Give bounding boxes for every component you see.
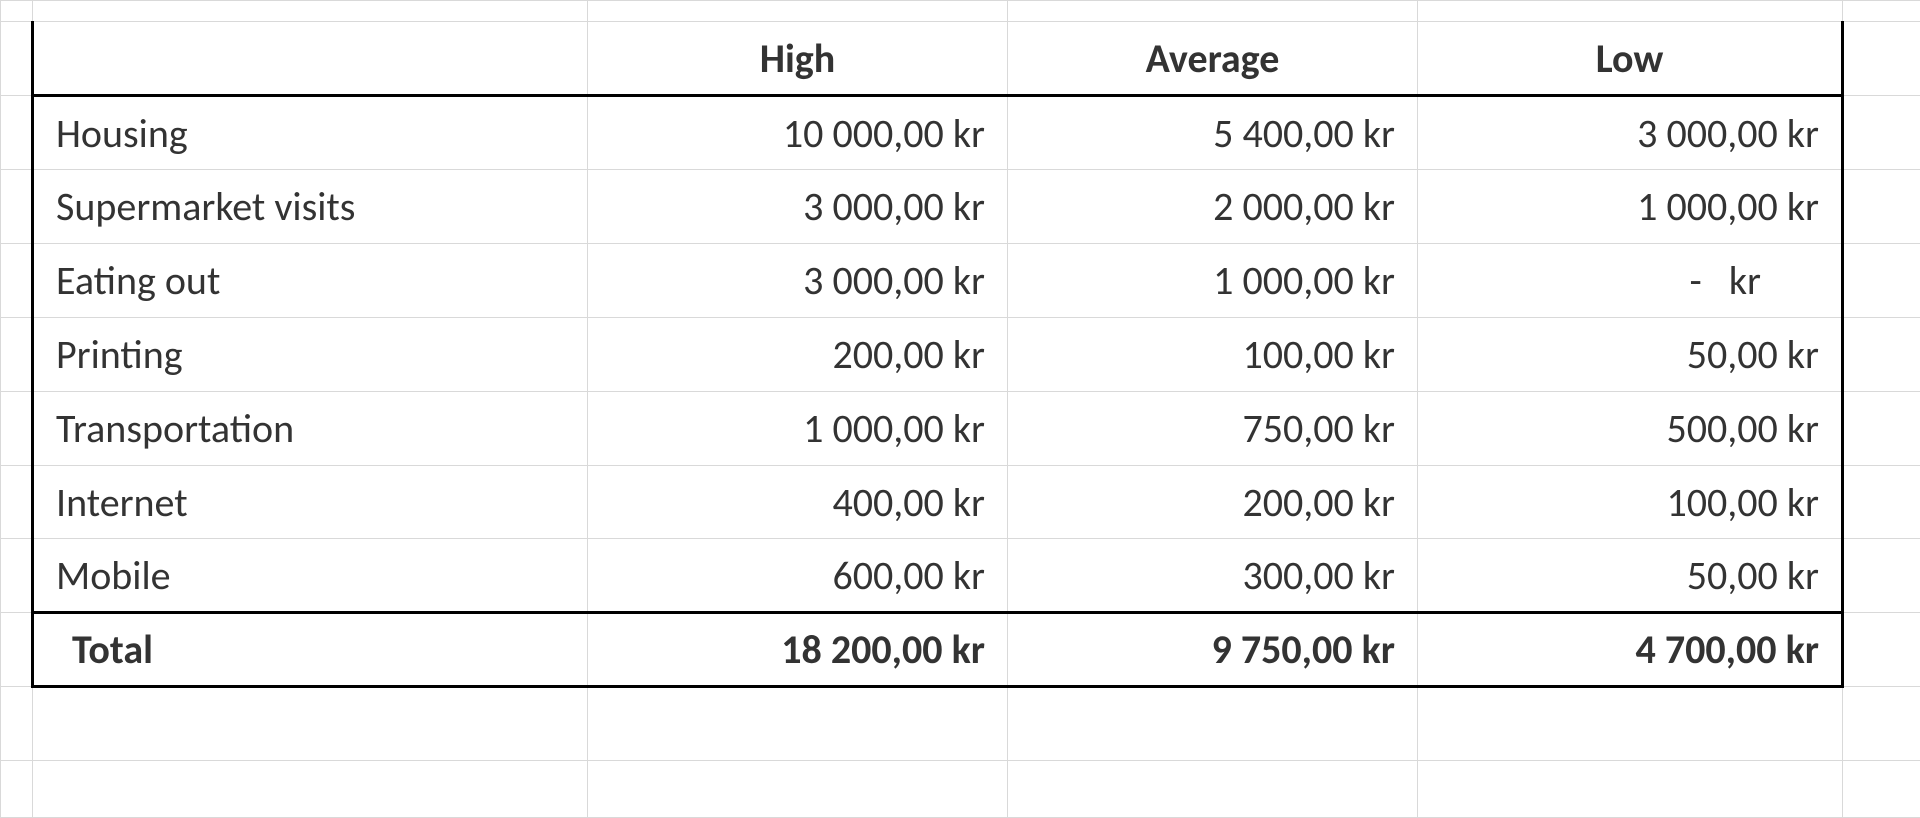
cell-low[interactable]: 100,00 kr xyxy=(1418,465,1843,539)
header-high[interactable]: High xyxy=(588,22,1008,96)
cell-label[interactable]: Eating out xyxy=(33,243,588,317)
table-row[interactable]: Mobile 600,00 kr 300,00 kr 50,00 kr xyxy=(1,539,1920,613)
header-average[interactable]: Average xyxy=(1008,22,1418,96)
budget-table[interactable]: High Average Low Housing 10 000,00 kr 5 … xyxy=(0,0,1920,818)
table-row[interactable]: Printing 200,00 kr 100,00 kr 50,00 kr xyxy=(1,317,1920,391)
cell-avg[interactable]: 300,00 kr xyxy=(1008,539,1418,613)
cell-avg[interactable]: 1 000,00 kr xyxy=(1008,243,1418,317)
cell-high[interactable]: 10 000,00 kr xyxy=(588,96,1008,170)
spreadsheet-area: High Average Low Housing 10 000,00 kr 5 … xyxy=(0,0,1920,818)
cell-high[interactable]: 600,00 kr xyxy=(588,539,1008,613)
cell-low[interactable]: 1 000,00 kr xyxy=(1418,170,1843,244)
cell-high[interactable]: 3 000,00 kr xyxy=(588,170,1008,244)
cell-total-avg[interactable]: 9 750,00 kr xyxy=(1008,613,1418,687)
cell-label[interactable]: Mobile xyxy=(33,539,588,613)
cell-label[interactable]: Transportation xyxy=(33,391,588,465)
cell-total-low[interactable]: 4 700,00 kr xyxy=(1418,613,1843,687)
table-row-total[interactable]: Total 18 200,00 kr 9 750,00 kr 4 700,00 … xyxy=(1,613,1920,687)
cell-label[interactable]: Supermarket visits xyxy=(33,170,588,244)
table-row[interactable]: Internet 400,00 kr 200,00 kr 100,00 kr xyxy=(1,465,1920,539)
cell-low[interactable]: 50,00 kr xyxy=(1418,539,1843,613)
table-row[interactable] xyxy=(1,761,1920,818)
header-low[interactable]: Low xyxy=(1418,22,1843,96)
cell-total-high[interactable]: 18 200,00 kr xyxy=(588,613,1008,687)
cell-low[interactable]: - kr xyxy=(1418,243,1843,317)
table-row[interactable]: Transportation 1 000,00 kr 750,00 kr 500… xyxy=(1,391,1920,465)
cell-low[interactable]: 50,00 kr xyxy=(1418,317,1843,391)
table-row[interactable]: Eating out 3 000,00 kr 1 000,00 kr - kr xyxy=(1,243,1920,317)
cell-avg[interactable]: 200,00 kr xyxy=(1008,465,1418,539)
cell-high[interactable]: 200,00 kr xyxy=(588,317,1008,391)
cell-high[interactable]: 3 000,00 kr xyxy=(588,243,1008,317)
table-row[interactable]: Housing 10 000,00 kr 5 400,00 kr 3 000,0… xyxy=(1,96,1920,170)
table-row[interactable] xyxy=(1,1,1920,22)
dash-value: - kr xyxy=(1689,256,1761,305)
cell-low[interactable]: 3 000,00 kr xyxy=(1418,96,1843,170)
table-row[interactable]: High Average Low xyxy=(1,22,1920,96)
cell-total-label[interactable]: Total xyxy=(33,613,588,687)
cell-label[interactable]: Internet xyxy=(33,465,588,539)
cell-high[interactable]: 1 000,00 kr xyxy=(588,391,1008,465)
table-row[interactable] xyxy=(1,687,1920,761)
header-category[interactable] xyxy=(33,22,588,96)
cell-avg[interactable]: 100,00 kr xyxy=(1008,317,1418,391)
cell-label[interactable]: Housing xyxy=(33,96,588,170)
table-row[interactable]: Supermarket visits 3 000,00 kr 2 000,00 … xyxy=(1,170,1920,244)
cell-avg[interactable]: 750,00 kr xyxy=(1008,391,1418,465)
cell-avg[interactable]: 2 000,00 kr xyxy=(1008,170,1418,244)
cell-high[interactable]: 400,00 kr xyxy=(588,465,1008,539)
cell-low[interactable]: 500,00 kr xyxy=(1418,391,1843,465)
cell-label[interactable]: Printing xyxy=(33,317,588,391)
cell-avg[interactable]: 5 400,00 kr xyxy=(1008,96,1418,170)
